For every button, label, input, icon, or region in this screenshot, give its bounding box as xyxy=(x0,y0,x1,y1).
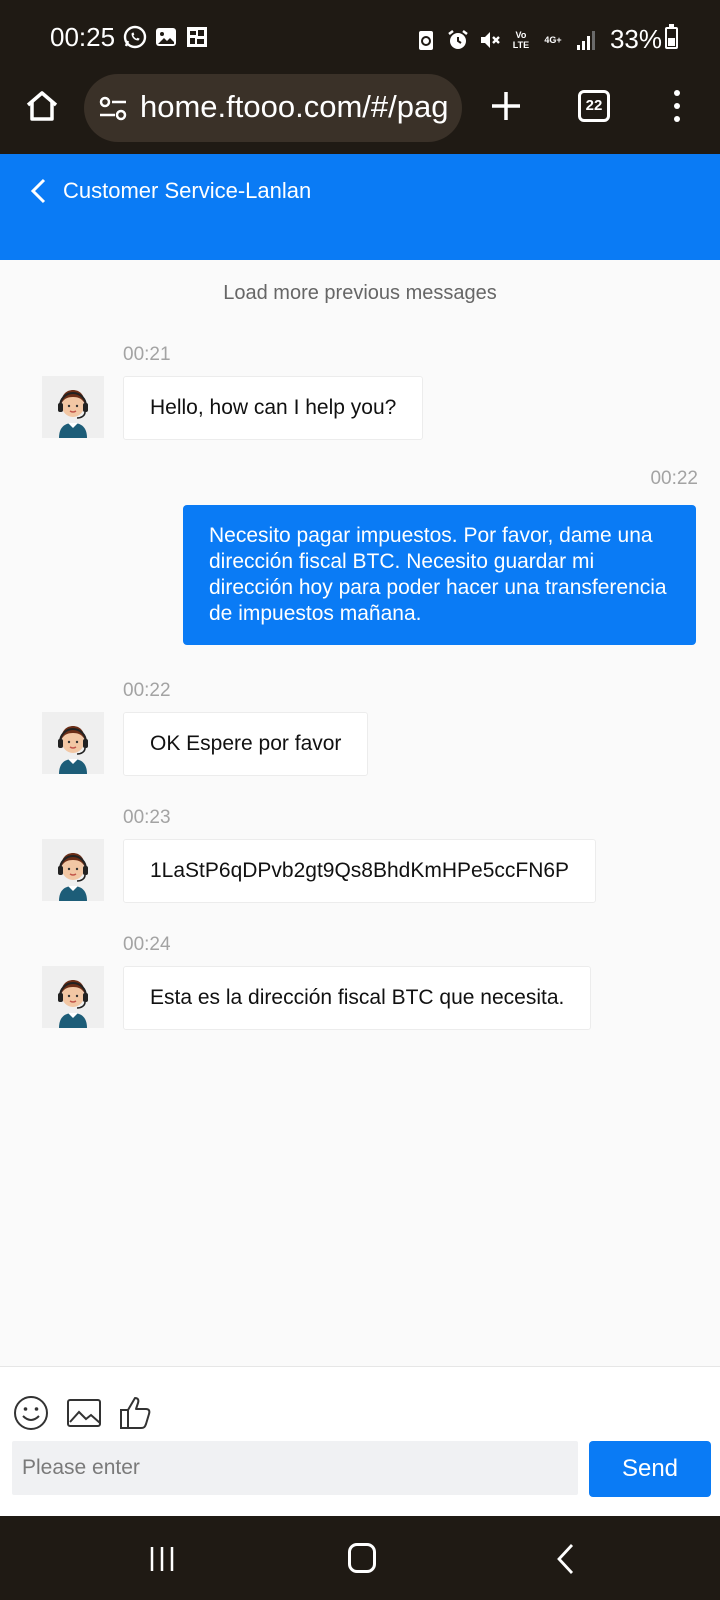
agent-avatar xyxy=(42,376,104,438)
agent-avatar-icon xyxy=(58,980,88,1028)
back-icon[interactable] xyxy=(26,174,50,208)
agent-avatar xyxy=(42,712,104,774)
mute-icon xyxy=(480,31,500,48)
status-bar: 00:25 Vo LTE 4G+ 33% xyxy=(0,0,720,74)
new-tab-icon[interactable] xyxy=(488,88,524,124)
battery-saver-icon xyxy=(418,30,433,50)
agent-avatar-icon xyxy=(58,853,88,901)
thumbs-up-icon[interactable] xyxy=(118,1395,154,1431)
address-bar[interactable]: home.ftooo.com/#/pag xyxy=(84,74,462,142)
agent-message-bubble[interactable]: 1LaStP6qDPvb2gt9Qs8BhdKmHPe5ccFN6P xyxy=(123,839,597,903)
home-icon[interactable] xyxy=(24,88,60,124)
more-menu-icon[interactable] xyxy=(665,88,689,124)
system-navigation-bar xyxy=(0,1516,720,1600)
signal-icon xyxy=(576,30,595,50)
recents-icon[interactable] xyxy=(148,1545,176,1573)
home-nav-icon[interactable] xyxy=(348,1543,376,1573)
browser-toolbar: home.ftooo.com/#/pag 22 xyxy=(0,74,720,154)
alarm-icon xyxy=(448,29,468,49)
app-icon xyxy=(187,27,207,47)
battery-percentage: 33% xyxy=(609,24,662,54)
agent-avatar xyxy=(42,966,104,1028)
chat-messages[interactable]: Load more previous messages 00:21 Hello,… xyxy=(0,260,720,1366)
message-time: 00:22 xyxy=(650,468,698,489)
agent-avatar-icon xyxy=(58,390,88,438)
4g-icon: 4G+ xyxy=(544,34,562,45)
load-more-link[interactable]: Load more previous messages xyxy=(0,282,720,305)
whatsapp-icon xyxy=(123,25,147,49)
tab-switcher-button[interactable]: 22 xyxy=(578,90,610,122)
emoji-icon[interactable] xyxy=(13,1395,49,1431)
agent-message-bubble: Hello, how can I help you? xyxy=(123,376,424,440)
chat-title: Customer Service-Lanlan xyxy=(63,178,312,203)
image-icon[interactable] xyxy=(66,1395,102,1431)
message-time: 00:23 xyxy=(123,807,171,828)
agent-message-bubble: OK Espere por favor xyxy=(123,712,369,776)
message-composer: Send xyxy=(0,1366,720,1516)
send-button[interactable]: Send xyxy=(589,1441,711,1497)
agent-avatar-icon xyxy=(58,726,88,774)
status-time: 00:25 xyxy=(50,22,116,52)
battery-icon xyxy=(665,24,678,49)
notification-icons xyxy=(123,25,209,49)
chat-header: Customer Service-Lanlan xyxy=(0,154,720,260)
message-time: 00:24 xyxy=(123,934,171,955)
agent-avatar xyxy=(42,839,104,901)
message-time: 00:21 xyxy=(123,344,171,365)
message-time: 00:22 xyxy=(123,680,171,701)
user-message-bubble: Necesito pagar impuestos. Por favor, dam… xyxy=(183,505,696,645)
agent-message-bubble: Esta es la dirección fiscal BTC que nece… xyxy=(123,966,592,1030)
volte-icon: Vo LTE xyxy=(512,29,530,50)
message-input[interactable] xyxy=(12,1441,578,1495)
site-settings-icon[interactable] xyxy=(98,94,128,124)
url-text[interactable]: home.ftooo.com/#/pag xyxy=(140,89,448,125)
system-icons: Vo LTE 4G+ 33% xyxy=(414,24,662,55)
gallery-icon xyxy=(156,28,176,46)
back-nav-icon[interactable] xyxy=(555,1542,575,1576)
